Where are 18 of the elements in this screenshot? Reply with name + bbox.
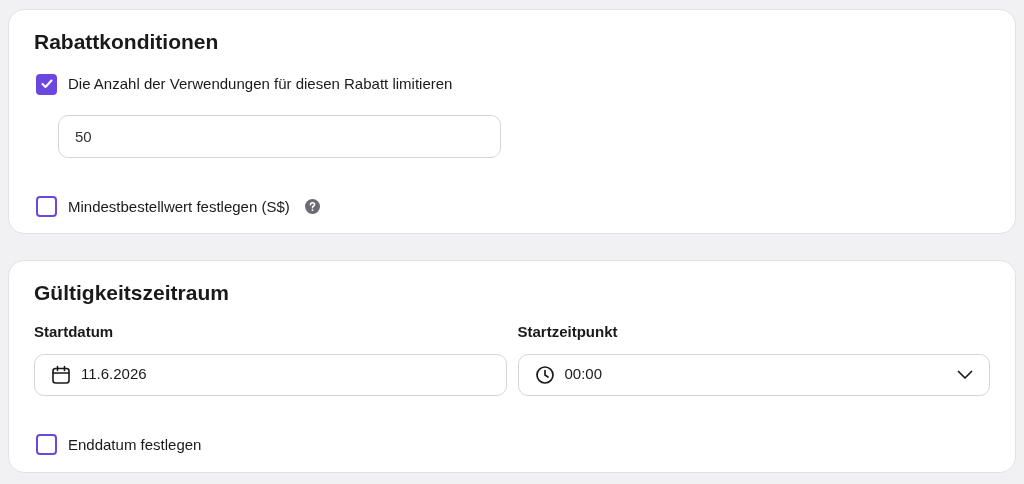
input-field[interactable]: 50 [58, 114, 501, 158]
chevron-down-icon [957, 369, 973, 380]
checkbox[interactable] [36, 73, 57, 95]
checkbox-label: Enddatum festlegen [68, 434, 202, 455]
help-icon[interactable] [304, 199, 320, 215]
field-label: Startzeitpunkt [517, 322, 619, 342]
checkbox-label: Mindestbestellwert festlegen (S$) [68, 196, 290, 217]
field-label: Startdatum [34, 322, 115, 342]
checkbox-label: Die Anzahl der Verwendungen für diesen Rabatt limitieren [68, 74, 453, 94]
section-title: Rabattkonditionen [34, 30, 220, 54]
calendar-icon [51, 364, 71, 385]
checkbox[interactable] [36, 196, 57, 218]
date-field[interactable]: 11.6.2026 [34, 353, 507, 396]
checkbox[interactable] [36, 434, 57, 456]
time-dropdown[interactable]: 00:00 [517, 353, 990, 396]
clock-icon [534, 364, 555, 385]
section-title: Gültigkeitszeitraum [34, 281, 230, 305]
checkmark-icon [40, 79, 53, 90]
